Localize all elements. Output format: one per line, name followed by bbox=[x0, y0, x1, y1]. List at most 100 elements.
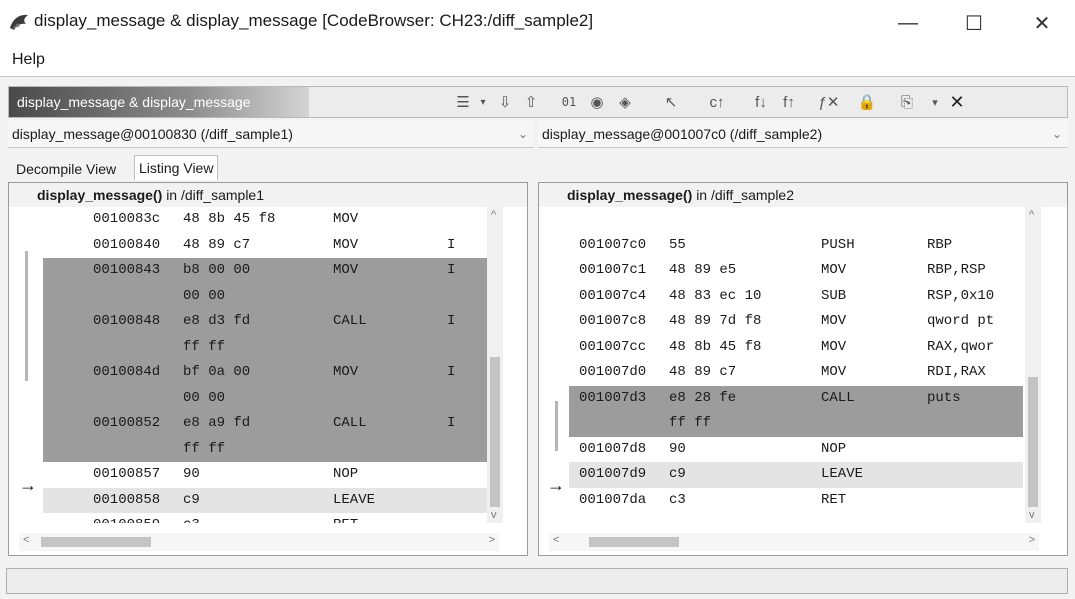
cursor-icon[interactable]: ↖ bbox=[659, 91, 683, 113]
right-hscroll-thumb[interactable] bbox=[589, 537, 679, 547]
scroll-right-icon[interactable]: > bbox=[489, 534, 495, 546]
scroll-down-icon[interactable]: v bbox=[491, 509, 497, 521]
close-icon[interactable]: ✕ bbox=[945, 91, 969, 113]
bytes-cell: 48 83 ec 10 bbox=[669, 287, 762, 304]
listing-row[interactable]: 001007cc 48 8b 45 f8 MOV RAX,qwor bbox=[569, 335, 1023, 361]
listing-row[interactable]: 00 00 bbox=[43, 283, 487, 309]
download-icon[interactable]: ⇩ bbox=[493, 91, 517, 113]
tab-decompile-view[interactable]: Decompile View bbox=[12, 157, 120, 181]
left-function-selector[interactable]: display_message@00100830 (/diff_sample1)… bbox=[8, 120, 534, 148]
more-icon[interactable]: ▾ bbox=[923, 91, 947, 113]
function-edit-icon[interactable]: ƒ✕ bbox=[817, 91, 841, 113]
right-vscroll-thumb[interactable] bbox=[1028, 377, 1038, 507]
mnemonic-cell: MOV bbox=[333, 211, 359, 227]
listing-row[interactable]: ff ff bbox=[43, 334, 487, 360]
mnemonic-cell: CALL bbox=[333, 415, 367, 431]
address-cell: 001007c4 bbox=[579, 287, 647, 304]
listing-row[interactable]: 001007d3 e8 28 fe CALL puts bbox=[569, 385, 1023, 411]
export-icon[interactable]: ⇧ bbox=[519, 91, 543, 113]
listing-row[interactable]: 001007d8 90 NOP bbox=[569, 437, 1023, 463]
right-vertical-scrollbar[interactable]: ^ v bbox=[1025, 207, 1041, 523]
minimize-button[interactable]: — bbox=[886, 6, 930, 40]
operand-cell: I bbox=[447, 262, 456, 278]
scroll-down-icon[interactable]: v bbox=[1029, 509, 1035, 521]
menu-bar: Help bbox=[0, 44, 1075, 77]
scroll-right-icon[interactable]: > bbox=[1029, 534, 1035, 546]
listing-row[interactable]: 001007d0 48 89 c7 MOV RDI,RAX bbox=[569, 360, 1023, 386]
function-down-icon[interactable]: f↓ bbox=[749, 91, 773, 113]
address-cell: 00100840 bbox=[93, 236, 161, 253]
scroll-left-icon[interactable]: < bbox=[553, 534, 559, 546]
right-function-label: display_message@001007c0 (/diff_sample2) bbox=[542, 126, 823, 142]
left-function-label: display_message@00100830 (/diff_sample1) bbox=[12, 126, 293, 142]
listing-row[interactable]: 00100848 e8 d3 fd CALL I bbox=[43, 309, 487, 335]
left-program-path: /diff_sample1 bbox=[180, 187, 264, 203]
listing-row[interactable]: 001007c8 48 89 7d f8 MOV qword pt bbox=[569, 309, 1023, 335]
left-listing[interactable]: 0010083c 48 8b 45 f8 MOV 00100840 48 89 c7 MO… bbox=[43, 207, 487, 523]
add-function-icon[interactable]: c↑ bbox=[705, 91, 729, 113]
address-cell: 00100858 bbox=[93, 491, 161, 508]
listing-row[interactable]: 0010083c 48 8b 45 f8 MOV bbox=[43, 207, 487, 233]
listing-row[interactable]: 001007c0 55 PUSH RBP bbox=[569, 233, 1023, 259]
listing-row[interactable]: 00100858 c9 LEAVE bbox=[43, 487, 487, 513]
listing-row[interactable]: 001007c1 48 89 e5 MOV RBP,RSP bbox=[569, 258, 1023, 284]
left-hscroll-thumb[interactable] bbox=[41, 537, 151, 547]
mnemonic-cell: CALL bbox=[821, 389, 855, 406]
snapshot-icon[interactable]: ⎘ bbox=[895, 91, 919, 113]
right-horizontal-scrollbar[interactable]: < > bbox=[549, 533, 1039, 551]
dropdown-icon[interactable]: ▾ bbox=[471, 91, 495, 113]
close-window-button[interactable]: ✕ bbox=[1020, 6, 1064, 40]
bytes-cell: 90 bbox=[183, 466, 200, 482]
left-vertical-scrollbar[interactable]: ^ v bbox=[487, 207, 503, 523]
listing-row[interactable]: 00100852 e8 a9 fd CALL I bbox=[43, 411, 487, 437]
listing-row[interactable]: ff ff bbox=[43, 436, 487, 462]
lock-icon[interactable]: 🔒 bbox=[855, 91, 879, 113]
tab-listing-view[interactable]: Listing View bbox=[134, 155, 219, 180]
listing-row[interactable]: 001007d9 c9 LEAVE bbox=[569, 462, 1023, 488]
listing-row[interactable]: 00100843 b8 00 00 MOV I bbox=[43, 258, 487, 284]
mnemonic-cell: NOP bbox=[333, 466, 359, 482]
bytes-cell: ff ff bbox=[669, 415, 712, 431]
right-function-selector[interactable]: display_message@001007c0 (/diff_sample2)… bbox=[538, 120, 1068, 148]
function-up-icon[interactable]: f↑ bbox=[777, 91, 801, 113]
listing-row[interactable]: 001007da c3 RET bbox=[569, 488, 1023, 514]
operand-cell: RAX,qwor bbox=[927, 338, 995, 355]
listing-row[interactable]: 00 00 bbox=[43, 385, 487, 411]
left-horizontal-scrollbar[interactable]: < > bbox=[19, 533, 499, 551]
operand-cell: I bbox=[447, 364, 456, 380]
gear-icon[interactable]: ◉ bbox=[585, 91, 609, 113]
operand-cell: puts bbox=[927, 389, 961, 406]
diamond-icon[interactable]: ◈ bbox=[613, 91, 637, 113]
bytes-cell: 48 89 e5 bbox=[669, 262, 737, 278]
menu-help[interactable]: Help bbox=[12, 51, 45, 69]
right-listing[interactable]: 001007c0 55 PUSH RBP 001007c1 48 89 e5 MOV RBP,… bbox=[569, 207, 1023, 523]
address-cell: 001007c1 bbox=[579, 262, 647, 278]
listing-row[interactable]: 001007c4 48 83 ec 10 SUB RSP,0x10 bbox=[569, 284, 1023, 310]
address-cell: 0010083c bbox=[93, 211, 161, 227]
listing-row[interactable]: 00100857 90 NOP bbox=[43, 462, 487, 488]
maximize-button[interactable]: ☐ bbox=[952, 6, 996, 40]
mnemonic-cell: SUB bbox=[821, 287, 847, 304]
listing-row[interactable]: ff ff bbox=[569, 411, 1023, 437]
scroll-up-icon[interactable]: ^ bbox=[1029, 209, 1034, 221]
mnemonic-cell: LEAVE bbox=[821, 466, 864, 482]
address-cell: 001007cc bbox=[579, 338, 647, 355]
binary-icon[interactable]: 01 bbox=[557, 91, 581, 113]
address-cell: 00100859 bbox=[93, 513, 160, 523]
listing-row[interactable] bbox=[569, 207, 1023, 233]
bytes-cell: c9 bbox=[669, 466, 686, 482]
listing-row[interactable]: 0010084d bf 0a 00 MOV I bbox=[43, 360, 487, 386]
scroll-up-icon[interactable]: ^ bbox=[491, 209, 496, 221]
scroll-left-icon[interactable]: < bbox=[23, 534, 29, 546]
right-function-name: display_message() bbox=[567, 187, 693, 203]
address-cell: 00100843 bbox=[93, 262, 161, 278]
left-vscroll-thumb[interactable] bbox=[490, 357, 500, 507]
operand-cell: I bbox=[447, 236, 456, 253]
bytes-cell: 48 89 c7 bbox=[183, 236, 251, 253]
address-cell: 001007d9 bbox=[579, 466, 647, 482]
mnemonic-cell: LEAVE bbox=[333, 491, 376, 508]
listing-row[interactable]: 00100840 48 89 c7 MOV I bbox=[43, 233, 487, 259]
listing-row[interactable]: 00100859 c3 RET bbox=[43, 513, 487, 523]
title-bar: display_message & display_message [CodeB… bbox=[0, 0, 1075, 44]
current-location-arrow-icon: → bbox=[19, 475, 37, 495]
